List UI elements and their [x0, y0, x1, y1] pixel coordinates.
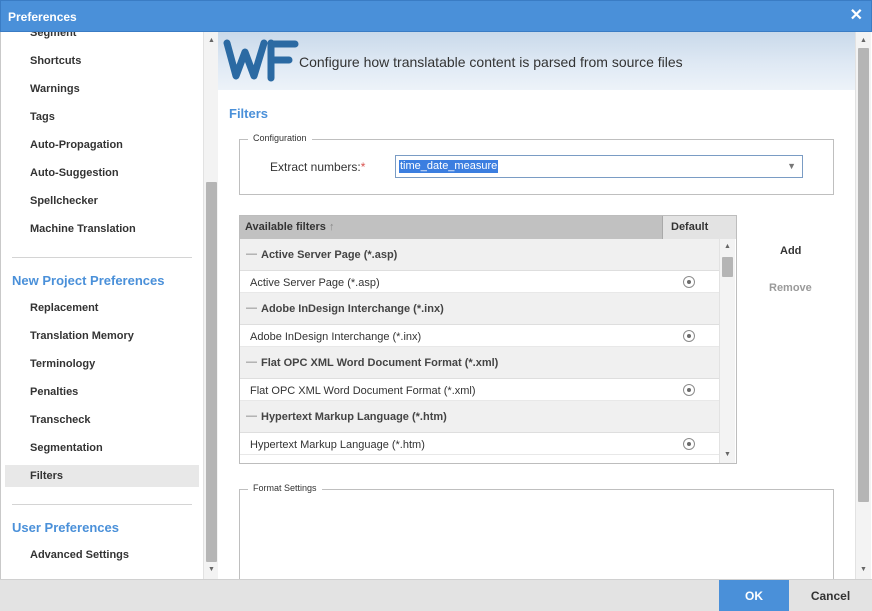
configuration-legend: Configuration — [248, 133, 312, 143]
chevron-down-icon[interactable]: ▼ — [787, 161, 796, 171]
scroll-down-icon[interactable]: ▼ — [720, 448, 735, 462]
table-row[interactable]: Active Server Page (*.asp) — [240, 271, 719, 293]
extract-numbers-label-text: Extract numbers: — [270, 160, 361, 174]
banner-description: Configure how translatable content is pa… — [299, 54, 683, 70]
required-marker: * — [360, 160, 366, 174]
sidebar-item-penalties[interactable]: Penalties — [5, 381, 199, 403]
scroll-up-icon[interactable]: ▲ — [204, 34, 218, 48]
group-label: Active Server Page (*.asp) — [261, 249, 398, 261]
dialog-footer: OK Cancel — [0, 579, 872, 611]
dialog-title: Preferences — [8, 10, 77, 24]
scroll-thumb[interactable] — [858, 48, 869, 502]
filters-panel: Configure how translatable content is pa… — [218, 32, 855, 579]
sidebar-item-advanced-settings[interactable]: Advanced Settings — [5, 544, 199, 566]
sidebar-item-terminology[interactable]: Terminology — [5, 353, 199, 375]
column-header-label: Available filters — [245, 221, 326, 233]
page-title: Filters — [229, 106, 269, 121]
group-row[interactable]: — Flat OPC XML Word Document Format (*.x… — [240, 347, 719, 379]
remove-button[interactable]: Remove — [769, 282, 812, 294]
scroll-up-icon[interactable]: ▲ — [720, 240, 735, 254]
table-body: — Active Server Page (*.asp) Active Serv… — [240, 239, 719, 463]
sidebar-item-translation-memory[interactable]: Translation Memory — [5, 325, 199, 347]
sidebar-item-auto-propagation[interactable]: Auto-Propagation — [5, 134, 199, 156]
default-radio[interactable] — [683, 330, 695, 342]
available-filters-table: Available filters ↑ Default — Active Ser… — [239, 215, 737, 464]
extract-numbers-select[interactable]: time_date_measure ▼ — [395, 155, 803, 178]
group-label: Flat OPC XML Word Document Format (*.xml… — [261, 357, 499, 369]
wf-logo-icon — [223, 39, 299, 82]
group-row[interactable]: — Active Server Page (*.asp) — [240, 239, 719, 271]
filter-name: Adobe InDesign Interchange (*.inx) — [250, 331, 422, 343]
table-row[interactable]: Adobe InDesign Interchange (*.inx) — [240, 325, 719, 347]
sidebar-item-shortcuts[interactable]: Shortcuts — [5, 50, 199, 72]
sidebar-item-segment[interactable]: Segment — [5, 32, 199, 44]
sidebar-divider — [12, 504, 192, 505]
group-row[interactable]: — Hypertext Markup Language (*.htm) — [240, 401, 719, 433]
sidebar-item-warnings[interactable]: Warnings — [5, 78, 199, 100]
scroll-up-icon[interactable]: ▲ — [856, 34, 871, 48]
group-label: Adobe InDesign Interchange (*.inx) — [261, 303, 444, 315]
preferences-sidebar: Segment Shortcuts Warnings Tags Auto-Pro… — [0, 32, 218, 579]
sidebar-item-tags[interactable]: Tags — [5, 106, 199, 128]
default-radio[interactable] — [683, 276, 695, 288]
close-icon[interactable]: ✕ — [850, 7, 863, 25]
collapse-icon[interactable]: — — [246, 302, 257, 314]
format-settings-group: Format Settings — [239, 483, 834, 579]
configuration-group: Configuration Extract numbers:* time_dat… — [239, 133, 834, 195]
column-header-available-filters[interactable]: Available filters ↑ — [240, 216, 662, 239]
format-settings-legend: Format Settings — [248, 483, 322, 493]
sidebar-item-replacement[interactable]: Replacement — [5, 297, 199, 319]
content-scrollbar[interactable]: ▲ ▼ — [855, 32, 871, 579]
filter-name: Active Server Page (*.asp) — [250, 277, 380, 289]
dialog-titlebar: Preferences ✕ — [0, 0, 872, 32]
collapse-icon[interactable]: — — [246, 410, 257, 422]
table-row[interactable]: Flat OPC XML Word Document Format (*.xml… — [240, 379, 719, 401]
sidebar-item-filters[interactable]: Filters — [5, 465, 199, 487]
sidebar-item-transcheck[interactable]: Transcheck — [5, 409, 199, 431]
cancel-button[interactable]: Cancel — [789, 580, 872, 611]
table-row[interactable]: Hypertext Markup Language (*.htm) — [240, 433, 719, 455]
sidebar-item-auto-suggestion[interactable]: Auto-Suggestion — [5, 162, 199, 184]
table-header: Available filters ↑ Default — [240, 216, 736, 239]
group-label: Hypertext Markup Language (*.htm) — [261, 411, 447, 423]
banner: Configure how translatable content is pa… — [218, 32, 855, 90]
add-button[interactable]: Add — [780, 245, 801, 257]
sidebar-item-machine-translation[interactable]: Machine Translation — [5, 218, 199, 240]
scroll-down-icon[interactable]: ▼ — [204, 563, 218, 577]
ok-button[interactable]: OK — [719, 580, 789, 611]
default-radio[interactable] — [683, 384, 695, 396]
sidebar-scrollbar[interactable]: ▲ ▼ — [203, 32, 218, 579]
scroll-down-icon[interactable]: ▼ — [856, 563, 871, 577]
scroll-thumb[interactable] — [206, 182, 217, 562]
sort-ascending-icon: ↑ — [328, 221, 335, 233]
sidebar-item-segmentation[interactable]: Segmentation — [5, 437, 199, 459]
user-preferences-heading: User Preferences — [12, 520, 119, 535]
sidebar-divider — [12, 257, 192, 258]
filter-name: Flat OPC XML Word Document Format (*.xml… — [250, 385, 476, 397]
group-row[interactable]: — Adobe InDesign Interchange (*.inx) — [240, 293, 719, 325]
table-scrollbar[interactable]: ▲ ▼ — [719, 239, 735, 463]
default-radio[interactable] — [683, 438, 695, 450]
filter-name: Hypertext Markup Language (*.htm) — [250, 439, 425, 451]
collapse-icon[interactable]: — — [246, 248, 257, 260]
scroll-thumb[interactable] — [722, 257, 733, 277]
new-project-preferences-heading: New Project Preferences — [12, 273, 165, 288]
sidebar-item-spellchecker[interactable]: Spellchecker — [5, 190, 199, 212]
collapse-icon[interactable]: — — [246, 356, 257, 368]
extract-numbers-value: time_date_measure — [399, 160, 499, 173]
column-header-default[interactable]: Default — [662, 216, 736, 239]
extract-numbers-label: Extract numbers:* — [270, 160, 365, 174]
